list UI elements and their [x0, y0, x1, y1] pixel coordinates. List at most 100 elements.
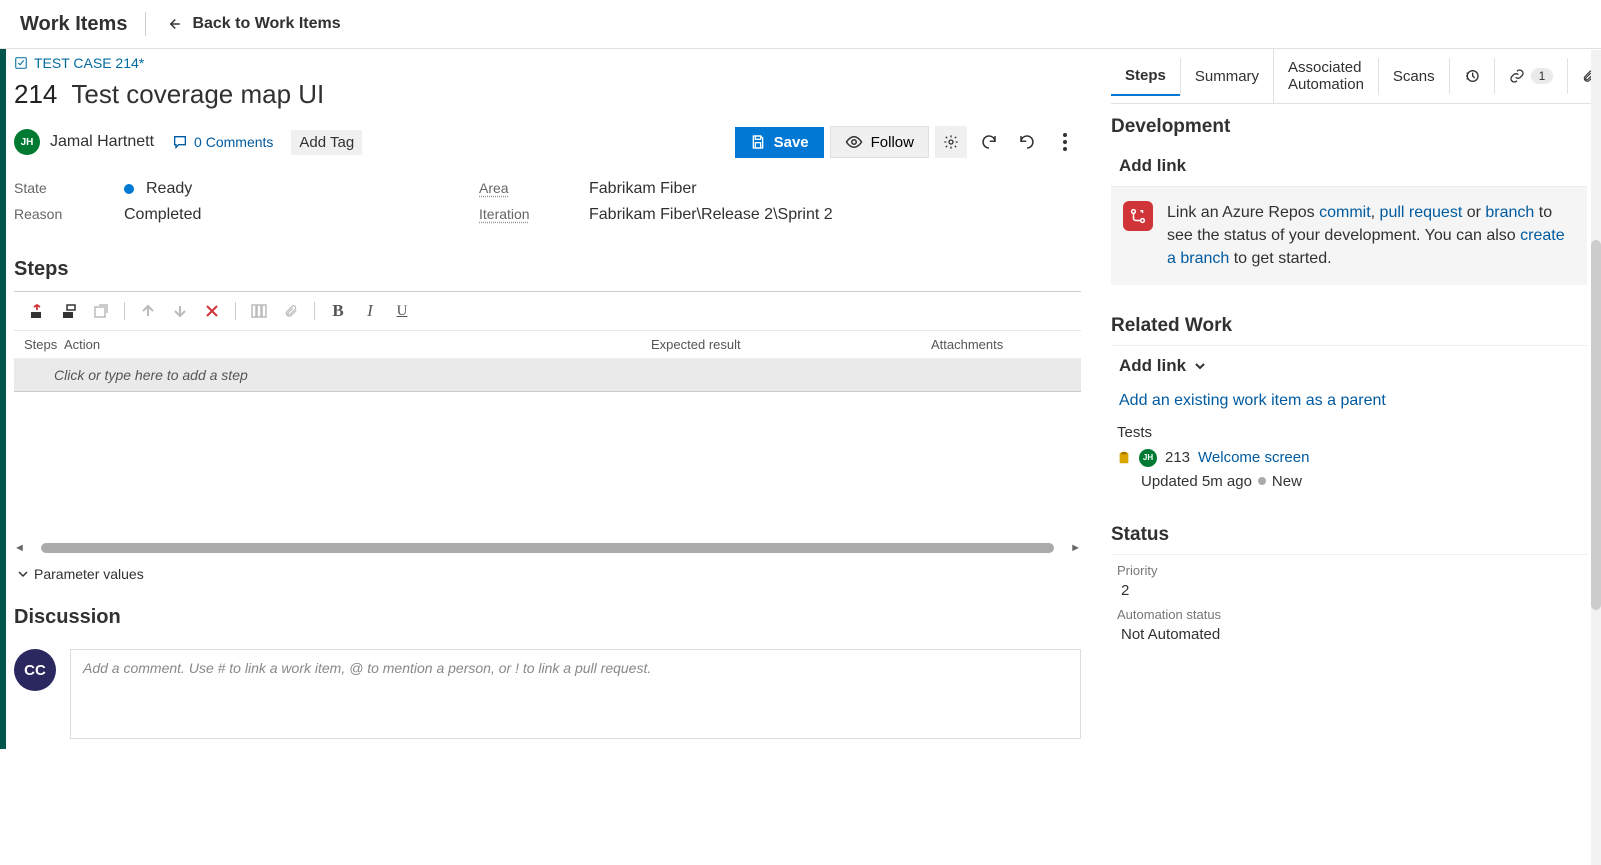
follow-button[interactable]: Follow	[830, 126, 929, 158]
development-link-card: Link an Azure Repos commit, pull request…	[1111, 187, 1587, 285]
tab-scans[interactable]: Scans	[1378, 58, 1449, 95]
area-value[interactable]: Fabrikam Fiber	[589, 180, 914, 198]
page-scrollbar-thumb[interactable]	[1591, 240, 1601, 610]
undo-icon	[1018, 133, 1036, 151]
italic-button[interactable]: I	[357, 298, 383, 324]
test-name-link[interactable]: Welcome screen	[1198, 449, 1309, 466]
breadcrumb-label: TEST CASE 214*	[34, 55, 144, 71]
steps-section-title: Steps	[14, 240, 1081, 291]
steps-scrollbar[interactable]: ◄ ►	[14, 542, 1081, 554]
tab-history[interactable]	[1449, 58, 1494, 94]
refresh-button[interactable]	[973, 126, 1005, 158]
test-case-icon	[14, 56, 28, 70]
comments-link[interactable]: 0 Comments	[172, 134, 273, 150]
related-work-title: Related Work	[1111, 303, 1587, 346]
parameter-values-toggle[interactable]: Parameter values	[14, 560, 1081, 588]
area-label: Area	[479, 180, 559, 198]
back-to-work-items-link[interactable]: Back to Work Items	[164, 15, 340, 33]
link-icon	[1509, 68, 1525, 84]
status-section-title: Status	[1111, 512, 1587, 555]
discussion-title: Discussion	[14, 588, 1081, 639]
move-up-button	[135, 298, 161, 324]
underline-button[interactable]: U	[389, 298, 415, 324]
arrow-up-icon	[141, 304, 155, 318]
action-col-header: Action	[64, 337, 651, 352]
more-actions-button[interactable]	[1049, 126, 1081, 158]
breadcrumb[interactable]: TEST CASE 214*	[14, 49, 1081, 71]
x-icon	[205, 304, 219, 318]
scroll-right-icon[interactable]: ►	[1070, 542, 1081, 554]
add-tag-input[interactable]: Add Tag	[291, 130, 362, 155]
page-title: Work Items	[20, 13, 127, 36]
header-divider	[145, 12, 146, 36]
development-add-link[interactable]: Add link	[1111, 146, 1587, 187]
settings-button[interactable]	[935, 126, 967, 158]
add-existing-parent-link[interactable]: Add an existing work item as a parent	[1111, 386, 1587, 416]
comment-input[interactable]: Add a comment. Use # to link a work item…	[70, 649, 1081, 739]
test-item[interactable]: JH 213 Welcome screen	[1111, 445, 1587, 471]
tab-summary[interactable]: Summary	[1180, 58, 1273, 95]
scroll-left-icon[interactable]: ◄	[14, 542, 25, 554]
links-count: 1	[1531, 68, 1554, 84]
state-label: State	[14, 180, 94, 198]
expected-col-header: Expected result	[651, 337, 931, 352]
shared-step-icon	[61, 303, 77, 319]
test-state: New	[1272, 473, 1302, 490]
commit-link[interactable]: commit	[1319, 204, 1371, 221]
tab-links[interactable]: 1	[1494, 58, 1568, 94]
add-step-placeholder[interactable]: Click or type here to add a step	[14, 359, 1081, 391]
paperclip-icon	[284, 304, 298, 318]
save-label: Save	[774, 134, 809, 151]
iteration-value[interactable]: Fabrikam Fiber\Release 2\Sprint 2	[589, 206, 914, 224]
assignee-avatar[interactable]: JH	[14, 129, 40, 155]
revert-button[interactable]	[1011, 126, 1043, 158]
work-item-title[interactable]: Test coverage map UI	[71, 79, 324, 110]
automation-status-label: Automation status	[1111, 599, 1587, 624]
insert-step-button[interactable]	[24, 298, 50, 324]
pull-request-link[interactable]: pull request	[1380, 204, 1463, 221]
insert-shared-step-button[interactable]	[56, 298, 82, 324]
attachments-col-header: Attachments	[931, 337, 1071, 352]
priority-value[interactable]: 2	[1111, 580, 1587, 599]
dev-text-suffix: to get started.	[1229, 250, 1331, 267]
test-id: 213	[1165, 449, 1190, 466]
related-add-link-dropdown[interactable]: Add link	[1111, 346, 1587, 386]
eye-icon	[845, 133, 863, 151]
attach-button	[278, 298, 304, 324]
state-value[interactable]: Ready	[124, 180, 449, 198]
branch-link[interactable]: branch	[1485, 204, 1534, 221]
state-dot-icon	[1258, 477, 1266, 485]
reason-value[interactable]: Completed	[124, 206, 449, 224]
history-icon	[1464, 68, 1480, 84]
tests-label: Tests	[1111, 416, 1587, 445]
steps-col-header: Steps	[24, 337, 64, 352]
save-icon	[750, 134, 766, 150]
comments-count: 0 Comments	[194, 134, 273, 150]
arrow-down-icon	[173, 304, 187, 318]
tab-steps[interactable]: Steps	[1111, 57, 1180, 96]
test-assignee-avatar: JH	[1139, 449, 1157, 467]
refresh-icon	[980, 133, 998, 151]
toolbar-separator	[124, 302, 125, 320]
related-add-link-label: Add link	[1119, 356, 1186, 376]
back-arrow-icon	[164, 15, 182, 33]
scroll-track[interactable]	[41, 543, 1054, 553]
save-button[interactable]: Save	[735, 127, 824, 158]
automation-status-value[interactable]: Not Automated	[1111, 624, 1587, 643]
chevron-down-icon	[18, 569, 28, 579]
reason-label: Reason	[14, 206, 94, 224]
follow-label: Follow	[871, 134, 914, 151]
insert-step-icon	[29, 303, 45, 319]
bold-button[interactable]: B	[325, 298, 351, 324]
assignee-name[interactable]: Jamal Hartnett	[50, 133, 154, 151]
tab-associated-automation[interactable]: Associated Automation	[1273, 49, 1378, 103]
gear-icon	[943, 134, 959, 150]
clipboard-icon	[1117, 451, 1131, 465]
kebab-icon	[1063, 133, 1067, 151]
test-updated-time: Updated 5m ago	[1141, 473, 1252, 490]
work-item-id: 214	[14, 79, 57, 110]
dev-text-prefix: Link an Azure Repos	[1167, 204, 1319, 221]
open-icon	[93, 303, 109, 319]
toolbar-separator	[235, 302, 236, 320]
delete-step-button[interactable]	[199, 298, 225, 324]
